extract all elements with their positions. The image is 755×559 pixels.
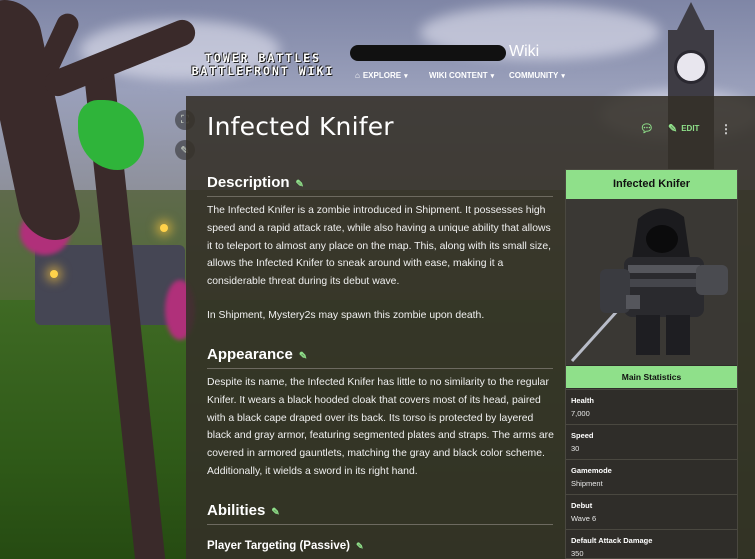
- nav-explore-label: EXPLORE: [362, 71, 402, 80]
- appearance-paragraph: Despite its name, the Infected Knifer ha…: [207, 377, 554, 477]
- site-header: TOWER BATTLES BATTLEFRONT WIKI Wiki ⌂ EX…: [0, 0, 755, 96]
- edit-section-icon[interactable]: ✎: [296, 179, 304, 190]
- stat-value: 7,000: [571, 409, 590, 418]
- page-title: Infected Knifer: [207, 112, 394, 141]
- stat-row-default-attack-damage: Default Attack Damage 350: [566, 529, 737, 559]
- stat-value: 30: [571, 444, 580, 453]
- infected-knifer-figure: [566, 199, 737, 365]
- stat-key: Health: [571, 396, 594, 405]
- edit-section-icon[interactable]: ✎: [356, 541, 364, 551]
- wiki-name-redacted[interactable]: [350, 45, 506, 61]
- lamp-light: [50, 270, 58, 278]
- stat-key: Speed: [571, 431, 594, 440]
- appearance-heading-text: Appearance: [207, 346, 293, 363]
- stat-value: 350: [571, 549, 584, 558]
- description-paragraph-2: In Shipment, Mystery2s may spawn this zo…: [207, 310, 485, 321]
- description-heading-text: Description: [207, 174, 290, 191]
- heading-divider: [207, 524, 553, 525]
- chevron-down-icon: ▾: [490, 72, 495, 80]
- site-logo-line2: BATTLEFRONT WIKI: [191, 64, 335, 78]
- nav-explore[interactable]: ⌂ EXPLORE ▾: [355, 71, 408, 80]
- speech-bubble-icon: 💬︎: [640, 123, 654, 135]
- stat-key: Default Attack Damage: [571, 536, 653, 545]
- stat-value[interactable]: Shipment: [571, 479, 732, 488]
- nav-community-label: COMMUNITY: [509, 71, 559, 80]
- stat-row-health: Health 7,000: [566, 389, 737, 424]
- edit-button[interactable]: ✎ EDIT: [668, 122, 699, 135]
- chevron-down-icon: ▾: [404, 72, 408, 80]
- site-logo[interactable]: TOWER BATTLES BATTLEFRONT WIKI: [188, 52, 338, 78]
- chevron-down-icon: ▾: [561, 72, 565, 80]
- heading-divider: [207, 368, 553, 369]
- appearance-heading: Appearance ✎: [207, 346, 307, 363]
- nav-community[interactable]: COMMUNITY ▾: [509, 71, 565, 80]
- heading-divider: [207, 196, 553, 197]
- nav-wiki-content-label: WIKI CONTENT: [429, 71, 488, 80]
- pencil-icon: ✎: [668, 123, 678, 135]
- ability-subheading: Player Targeting (Passive) ✎: [207, 540, 364, 552]
- abilities-heading: Abilities ✎: [207, 502, 280, 519]
- stat-key: Gamemode: [571, 466, 612, 475]
- stat-row-gamemode: Gamemode Shipment: [566, 459, 737, 494]
- stats-heading: Main Statistics: [566, 366, 737, 388]
- talk-button[interactable]: 💬︎: [640, 122, 654, 135]
- stat-value: Wave 6: [571, 514, 597, 523]
- stat-key: Debut: [571, 501, 593, 510]
- description-heading: Description ✎: [207, 174, 304, 191]
- explore-icon: ⌂: [355, 71, 360, 80]
- character-image[interactable]: [566, 199, 737, 365]
- edit-label: EDIT: [681, 124, 700, 133]
- infobox: Infected Knifer Main Statistics Health 7…: [565, 169, 738, 559]
- stat-row-speed: Speed 30: [566, 424, 737, 459]
- description-paragraph-1: The Infected Knifer is a zombie introduc…: [207, 205, 552, 288]
- ability-subheading-text: Player Targeting (Passive): [207, 540, 350, 552]
- edit-section-icon[interactable]: ✎: [299, 351, 307, 362]
- edit-section-icon[interactable]: ✎: [271, 507, 279, 518]
- more-options-icon[interactable]: ⋮: [720, 122, 732, 136]
- lamp-light: [160, 224, 168, 232]
- infobox-title: Infected Knifer: [566, 170, 737, 199]
- stat-row-debut: Debut Wave 6: [566, 494, 737, 529]
- wiki-label: Wiki: [509, 43, 540, 60]
- nav-wiki-content[interactable]: WIKI CONTENT ▾: [429, 71, 494, 80]
- abilities-heading-text: Abilities: [207, 502, 266, 519]
